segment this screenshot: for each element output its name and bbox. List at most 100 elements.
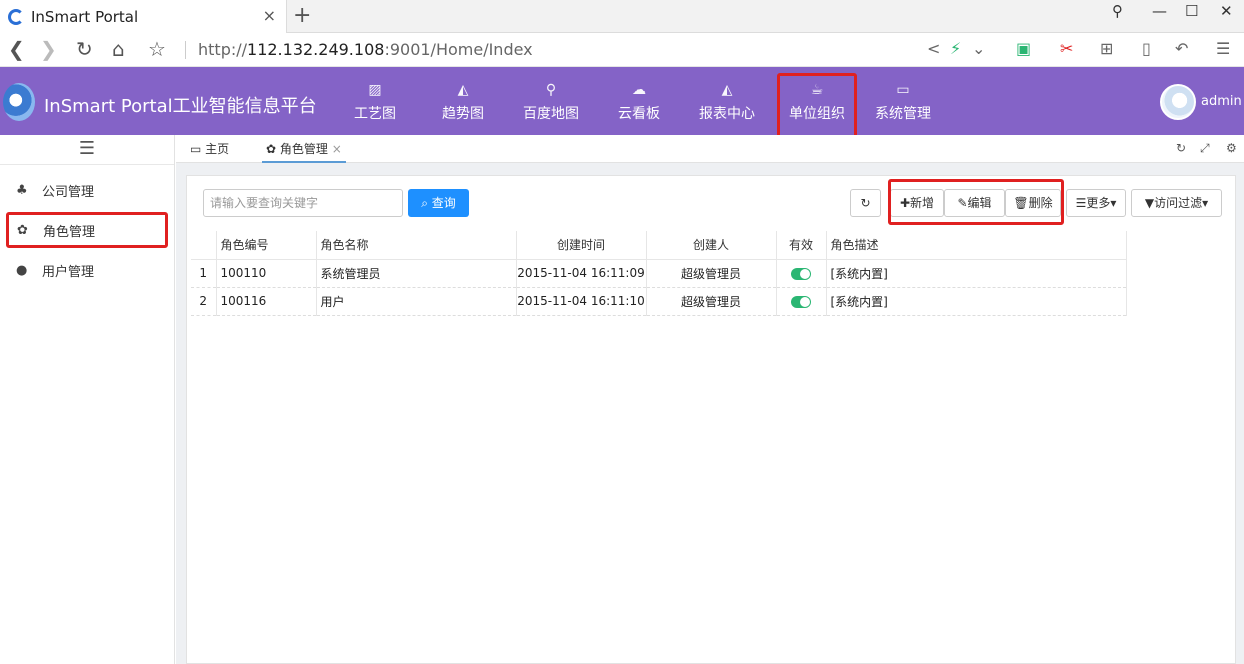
- desktop-icon: ▭: [896, 82, 910, 98]
- creator: 超级管理员: [646, 287, 777, 316]
- cloud-icon: ☁: [632, 82, 646, 98]
- delete-label: 删除: [1028, 196, 1053, 210]
- query-button[interactable]: ⌕ 查询: [408, 189, 469, 217]
- created-time: 2015-11-04 16:11:10: [516, 287, 647, 316]
- browser-tab-bar: InSmart Portal × + ⚲ — ☐ ✕: [0, 0, 1244, 33]
- nav-label: 单位组织: [789, 106, 845, 122]
- valid-cell: [776, 287, 827, 316]
- delete-button[interactable]: 🗑删除: [1005, 189, 1061, 217]
- nav-report-center[interactable]: ◭ 报表中心: [685, 67, 769, 135]
- tablet-icon[interactable]: ▯: [1142, 39, 1151, 58]
- nav-unit-org[interactable]: ☕ 单位组织: [777, 73, 857, 138]
- fullscreen-icon[interactable]: ⤢: [1200, 141, 1210, 156]
- lightning-icon[interactable]: ⚡: [950, 39, 961, 58]
- column-header[interactable]: 创建时间: [516, 231, 647, 260]
- tab-label: 角色管理: [279, 142, 328, 156]
- sitemap-icon: ♣: [16, 182, 28, 198]
- nav-baidu-map[interactable]: ⚲ 百度地图: [509, 67, 593, 135]
- logo-icon: [3, 83, 35, 121]
- nav-trend-chart[interactable]: ◭ 趋势图: [421, 67, 505, 135]
- search-input[interactable]: 请输入要查询关键字: [203, 189, 403, 217]
- role-table: 角色编号 角色名称 创建时间 创建人 有效 角色描述 1 100110 系统管理…: [191, 231, 1127, 316]
- app-header: InSmart Portal工业智能信息平台 ▨ 工艺图 ◭ 趋势图 ⚲ 百度地…: [0, 67, 1244, 138]
- table-header-row: 角色编号 角色名称 创建时间 创建人 有效 角色描述: [191, 231, 1127, 260]
- valid-toggle[interactable]: [791, 295, 811, 308]
- gear-icon[interactable]: ⚙: [1226, 141, 1237, 155]
- created-time: 2015-11-04 16:11:09: [516, 259, 647, 288]
- column-header[interactable]: 角色名称: [316, 231, 517, 260]
- url-field[interactable]: http://112.132.249.108:9001/Home/Index: [198, 40, 533, 59]
- undo-icon[interactable]: ↶: [1175, 39, 1188, 58]
- refresh-button[interactable]: ↻: [850, 189, 881, 217]
- minimize-icon[interactable]: —: [1152, 2, 1167, 20]
- sidebar-item-company[interactable]: ♣ 公司管理: [0, 170, 174, 210]
- close-window-icon[interactable]: ✕: [1220, 2, 1233, 20]
- username[interactable]: admin: [1201, 94, 1242, 109]
- new-tab-button[interactable]: +: [293, 3, 311, 28]
- tab-label: 主页: [205, 142, 230, 156]
- filter-label: 访问过滤: [1154, 196, 1203, 210]
- shirt-icon[interactable]: ⚲: [1112, 2, 1123, 20]
- nav-system-management[interactable]: ▭ 系统管理: [861, 67, 945, 135]
- paw-icon: ✿: [266, 142, 277, 156]
- close-tab-icon[interactable]: ×: [263, 6, 276, 25]
- brand-title: InSmart Portal工业智能信息平台: [44, 96, 317, 117]
- nav-process-diagram[interactable]: ▨ 工艺图: [333, 67, 417, 135]
- plus-icon: ✚: [899, 196, 911, 210]
- trash-icon: 🗑: [1013, 196, 1029, 210]
- add-label: 新增: [910, 196, 935, 210]
- sidebar-toggle-icon[interactable]: ☰: [0, 135, 174, 165]
- dropdown-icon[interactable]: ⌄: [972, 39, 985, 58]
- table-row[interactable]: 2 100116 用户 2015-11-04 16:11:10 超级管理员 [系…: [191, 287, 1127, 316]
- area-chart-icon: ◭: [457, 82, 469, 98]
- valid-toggle[interactable]: [791, 267, 811, 280]
- column-header[interactable]: 有效: [776, 231, 827, 260]
- avatar[interactable]: [1160, 84, 1196, 120]
- coffee-icon: ☕: [810, 82, 824, 98]
- table-row[interactable]: 1 100110 系统管理员 2015-11-04 16:11:09 超级管理员…: [191, 259, 1127, 288]
- edit-icon: ✎: [957, 196, 968, 210]
- sidebar-item-label: 公司管理: [42, 184, 95, 200]
- filter-button[interactable]: ▼访问过滤▾: [1131, 189, 1222, 217]
- back-icon[interactable]: ❮: [8, 37, 25, 61]
- column-header[interactable]: 创建人: [646, 231, 777, 260]
- browser-tab[interactable]: InSmart Portal ×: [0, 0, 287, 33]
- home-icon[interactable]: ⌂: [112, 37, 125, 61]
- edit-button[interactable]: ✎编辑: [944, 189, 1005, 217]
- tab-role-management[interactable]: ✿ 角色管理 ×: [262, 135, 346, 163]
- tab-home[interactable]: ▭ 主页: [190, 135, 229, 163]
- maximize-icon[interactable]: ☐: [1185, 2, 1198, 20]
- nav-cloud-board[interactable]: ☁ 云看板: [597, 67, 681, 135]
- site-favicon-icon: [8, 8, 24, 25]
- row-index: 1: [191, 259, 217, 288]
- nav-label: 趋势图: [442, 106, 484, 122]
- browser-tab-title: InSmart Portal: [31, 7, 139, 26]
- role-description: [系统内置]: [826, 259, 1127, 288]
- apps-icon[interactable]: ⊞: [1100, 39, 1113, 58]
- menu-icon[interactable]: ☰: [1216, 39, 1230, 58]
- share-icon[interactable]: <: [927, 39, 940, 58]
- forward-icon[interactable]: ❯: [40, 37, 57, 61]
- add-button[interactable]: ✚新增: [890, 189, 944, 217]
- creator: 超级管理员: [646, 259, 777, 288]
- close-tab-icon[interactable]: ×: [332, 142, 342, 156]
- refresh-icon[interactable]: ↻: [1176, 141, 1186, 155]
- sidebar-item-label: 用户管理: [42, 264, 95, 280]
- scissors-icon[interactable]: ✂: [1060, 39, 1073, 58]
- sidebar-item-users[interactable]: ● 用户管理: [0, 250, 174, 290]
- star-icon[interactable]: ☆: [148, 37, 166, 61]
- reload-icon[interactable]: ↻: [76, 37, 93, 61]
- role-code: 100116: [216, 287, 317, 316]
- url-host: 112.132.249.108: [247, 40, 385, 59]
- role-name: 用户: [316, 287, 517, 316]
- edit-label: 编辑: [967, 196, 992, 210]
- translate-icon[interactable]: ▣: [1016, 39, 1031, 58]
- sidebar-item-roles[interactable]: ✿ 角色管理: [6, 212, 168, 248]
- column-header[interactable]: 角色描述: [826, 231, 1127, 260]
- more-button[interactable]: ☰更多▾: [1066, 189, 1126, 217]
- role-name: 系统管理员: [316, 259, 517, 288]
- column-header[interactable]: 角色编号: [216, 231, 317, 260]
- more-label: 更多: [1086, 196, 1111, 210]
- user-icon: ●: [16, 262, 28, 278]
- nav-label: 云看板: [618, 106, 660, 122]
